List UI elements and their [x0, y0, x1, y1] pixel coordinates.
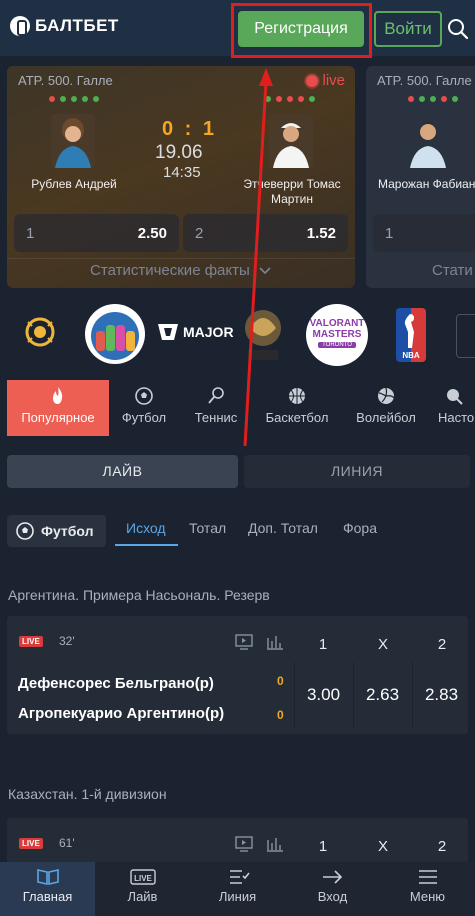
nav-line[interactable]: Линия [190, 862, 285, 916]
column-header-x: X [377, 838, 388, 855]
login-arrow-icon [322, 870, 342, 884]
match-minute: 61' [59, 836, 75, 850]
statistics-icon[interactable] [266, 836, 284, 852]
market-tab-handicap[interactable]: Фора [343, 520, 377, 536]
live-icon: LIVE [129, 869, 156, 885]
nav-label: Линия [218, 889, 257, 904]
column-header-1: 1 [318, 838, 328, 855]
sport-selector[interactable]: Футбол [7, 515, 106, 547]
soccer-ball-icon [16, 522, 34, 540]
home-icon [36, 869, 59, 885]
segment-live[interactable]: ЛАЙВ [7, 455, 238, 488]
odd-cell-x[interactable]: 2.63 [354, 662, 411, 728]
video-stream-icon[interactable] [235, 836, 253, 852]
market-tab-total[interactable]: Тотал [189, 520, 226, 536]
nav-live[interactable]: LIVE Лайв [95, 862, 190, 916]
active-tab-underline [115, 544, 178, 546]
team1-name: Дефенсорес Бельграно(р) [18, 675, 214, 692]
segment-line[interactable]: ЛИНИЯ [244, 455, 470, 488]
list-icon [229, 870, 250, 884]
video-stream-icon[interactable] [235, 634, 253, 650]
event-row[interactable]: LIVE 32' 1 X 2 Дефенсорес Бельграно(р) А… [7, 616, 468, 734]
nav-label: Меню [409, 889, 446, 904]
live-icon-badge: LIVE [134, 874, 152, 883]
sport-selector-label: Футбол [41, 523, 94, 539]
column-header-1: 1 [318, 636, 328, 653]
statistics-icon[interactable] [266, 634, 284, 650]
bottom-navigation: Главная LIVE Лайв Линия Вход Меню [0, 862, 475, 916]
market-tab-extra-total[interactable]: Доп. Тотал [248, 520, 318, 536]
column-header-2: 2 [437, 636, 447, 653]
league-title[interactable]: Казахстан. 1-й дивизион [8, 786, 167, 802]
live-tag: LIVE [19, 838, 43, 849]
odd-cell-1[interactable]: 3.00 [295, 662, 352, 728]
team1-score: 0 [277, 674, 284, 688]
live-tag: LIVE [19, 636, 43, 647]
annotation-arrow [243, 68, 273, 447]
nav-home[interactable]: Главная [0, 862, 95, 916]
column-header-2: 2 [437, 838, 447, 855]
nav-label: Лайв [127, 889, 158, 904]
event-row[interactable]: LIVE 61' 1 X 2 [7, 818, 468, 868]
nav-menu[interactable]: Меню [380, 862, 475, 916]
team2-name: Агропекуарио Аргентино(р) [18, 705, 225, 722]
match-minute: 32' [59, 634, 75, 648]
odd-cell-2[interactable]: 2.83 [413, 662, 470, 728]
nav-label: Главная [22, 889, 73, 904]
market-tab-outcome[interactable]: Исход [126, 520, 166, 536]
nav-label: Вход [317, 889, 348, 904]
menu-icon [418, 870, 437, 884]
column-header-x: X [377, 636, 388, 653]
team2-score: 0 [277, 708, 284, 722]
nav-login[interactable]: Вход [285, 862, 380, 916]
league-title[interactable]: Аргентина. Примера Насьональ. Резерв [8, 587, 270, 603]
